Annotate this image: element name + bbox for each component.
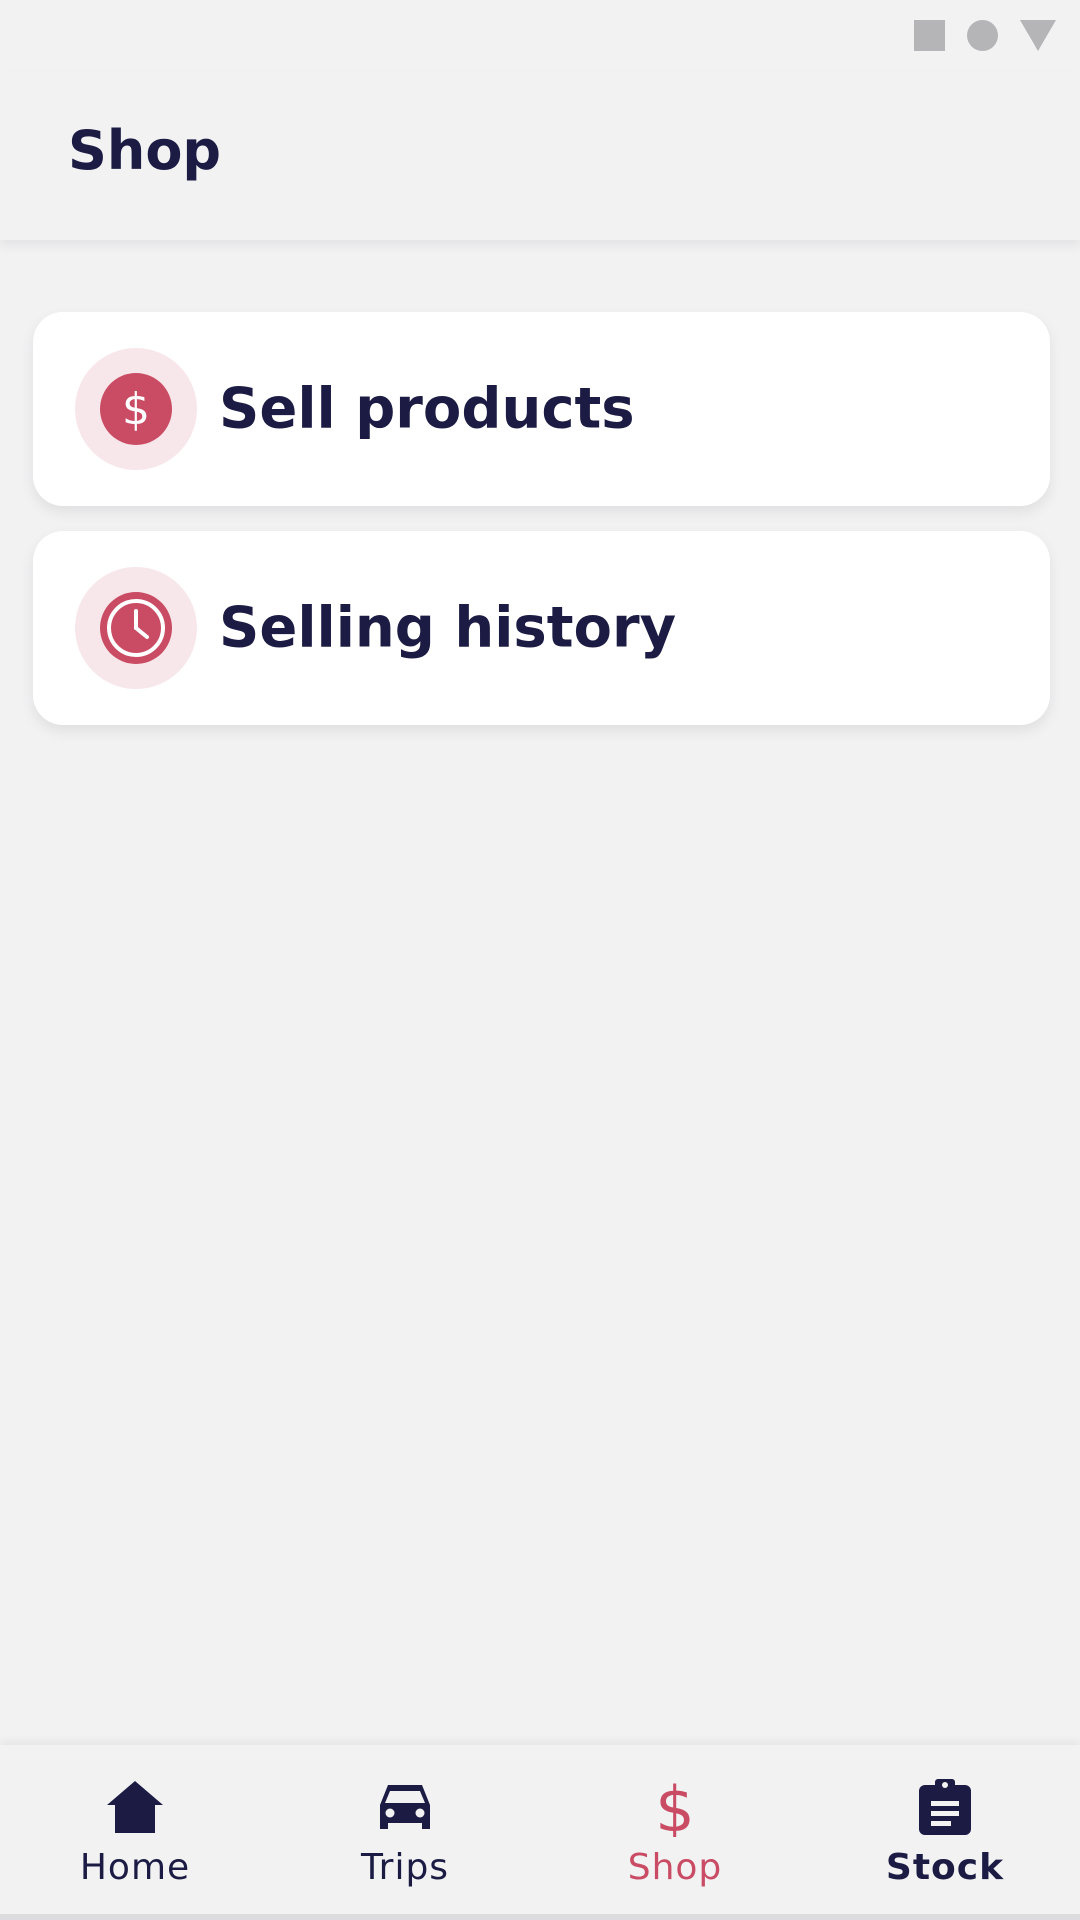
status-bar <box>0 0 1080 72</box>
nav-item-trips[interactable]: Trips <box>270 1745 540 1915</box>
clock-icon <box>100 592 172 664</box>
car-icon <box>373 1775 437 1839</box>
home-icon <box>103 1775 167 1839</box>
status-icons <box>914 20 1056 51</box>
signal-triangle-icon <box>1020 20 1056 51</box>
nav-label-stock: Stock <box>885 1847 1005 1888</box>
dollar-icon: $ <box>643 1775 707 1839</box>
sell-products-label: Sell products <box>219 376 635 442</box>
svg-text:$: $ <box>655 1777 694 1837</box>
home-circle-icon <box>967 20 998 51</box>
selling-history-label: Selling history <box>219 595 677 661</box>
sell-products-card[interactable]: $ Sell products <box>33 312 1050 506</box>
sell-products-icon-halo: $ <box>75 348 197 470</box>
nav-item-stock[interactable]: Stock <box>810 1745 1080 1915</box>
svg-text:$: $ <box>122 384 150 435</box>
app-bar: Shop <box>0 72 1080 240</box>
selling-history-card[interactable]: Selling history <box>33 531 1050 725</box>
clipboard-icon <box>913 1775 977 1839</box>
selling-history-icon-halo <box>75 567 197 689</box>
recent-apps-icon <box>914 20 945 51</box>
nav-item-home[interactable]: Home <box>0 1745 270 1915</box>
shop-screen: Shop $ Sell products Selling history Hom… <box>0 0 1080 1920</box>
nav-label-home: Home <box>79 1847 191 1888</box>
bottom-edge-divider <box>0 1914 1080 1920</box>
nav-label-shop: Shop <box>627 1847 723 1888</box>
shop-menu-list: $ Sell products Selling history <box>33 312 1050 750</box>
page-title: Shop <box>68 119 222 182</box>
bottom-navigation: Home Trips $ Shop Stock <box>0 1745 1080 1915</box>
dollar-icon: $ <box>100 373 172 445</box>
nav-label-trips: Trips <box>360 1847 450 1888</box>
nav-item-shop[interactable]: $ Shop <box>540 1745 810 1915</box>
